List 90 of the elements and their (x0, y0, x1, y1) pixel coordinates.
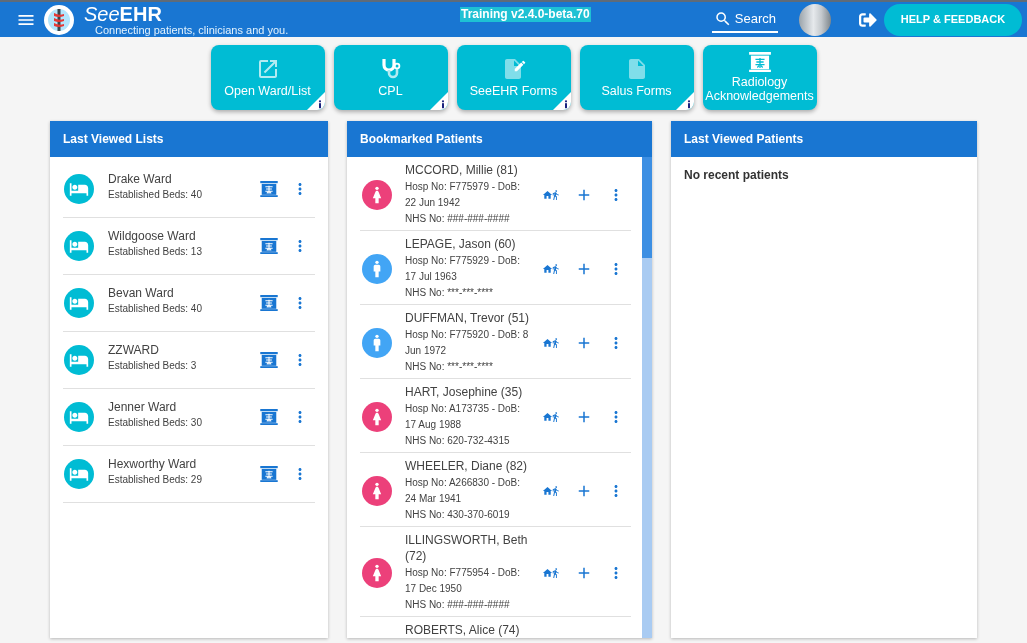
patient-hospital-number-dob: Hosp No: F775920 - DoB: 8 Jun 1972 (405, 328, 530, 358)
ward-name: Bevan Ward (108, 285, 175, 302)
patient-name: MCCORD, Millie (81) (405, 162, 519, 178)
house-walking-person-icon[interactable] (542, 261, 561, 276)
patient-list-item[interactable]: ILLINGSWORTH, Beth (72) Hosp No: F775954 - DoB: 17 Dec 1950 NHS No: ###-###-#### (360, 527, 631, 617)
ward-name: Hexworthy Ward (108, 456, 198, 473)
patient-name: LEPAGE, Jason (60) (405, 236, 517, 252)
environment-badge: Training v2.4.0-beta.70 (460, 7, 591, 22)
patient-hospital-number-dob: Hosp No: A266830 - DoB: 24 Mar 1941 (405, 476, 522, 506)
ward-beds: Established Beds: 3 (108, 359, 198, 373)
house-walking-person-icon[interactable] (542, 565, 561, 580)
bed-icon (64, 231, 94, 261)
patient-hospital-number-dob: Hosp No: F775929 - DoB: 17 Jul 1963 (405, 254, 522, 284)
person-icon (362, 327, 392, 358)
ward-list-item[interactable]: Bevan Ward Established Beds: 40 (63, 275, 315, 332)
patient-hospital-number-dob: Hosp No: F775954 - DoB: 17 Dec 1950 (405, 566, 522, 596)
scrollbar-thumb[interactable] (642, 157, 652, 258)
brand-tagline: Connecting patients, clinicians and you. (95, 23, 289, 36)
panel-title: Last Viewed Patients (684, 131, 804, 148)
bed-icon (64, 345, 94, 375)
ward-beds: Established Beds: 29 (108, 473, 203, 487)
patient-name: HART, Josephine (35) (405, 384, 524, 400)
tile-label: Open Ward/List (224, 84, 311, 98)
search-icon (713, 9, 732, 28)
patient-nhs-number: NHS No: ###-###-#### (405, 212, 511, 226)
ward-beds: Established Beds: 13 (108, 245, 203, 259)
avatar-photo-placeholder[interactable] (799, 3, 831, 36)
x-ray-viewer-icon (748, 52, 771, 72)
x-ray-viewer-icon[interactable] (260, 352, 278, 368)
x-ray-viewer-icon[interactable] (260, 181, 278, 197)
patient-list-item[interactable]: MCCORD, Millie (81) Hosp No: F775979 - DoB: 22 Jun 1942 NHS No: ###-###-#### (360, 157, 631, 231)
patient-nhs-number: NHS No: 430-370-6019 (405, 508, 511, 522)
tile-label: Salus Forms (601, 84, 672, 98)
logo-icon (44, 4, 74, 35)
ward-name: Drake Ward (108, 171, 173, 188)
patient-name: ILLINGSWORTH, Beth (72) (405, 532, 529, 564)
person-icon (362, 253, 392, 284)
ward-list-item[interactable]: Jenner Ward Established Beds: 30 (63, 389, 315, 446)
patient-list-item[interactable]: DUFFMAN, Trevor (51) Hosp No: F775920 - DoB: 8 Jun 1972 NHS No: ***-***-**** (360, 305, 631, 379)
x-ray-viewer-icon[interactable] (260, 409, 278, 425)
female-person-icon (362, 179, 392, 210)
ward-beds: Established Beds: 40 (108, 188, 203, 202)
x-ray-viewer-icon[interactable] (260, 295, 278, 311)
house-walking-person-icon[interactable] (542, 483, 561, 498)
ward-list-item[interactable]: Hexworthy Ward Established Beds: 29 (63, 446, 315, 503)
patient-list-item[interactable]: LEPAGE, Jason (60) Hosp No: F775929 - DoB: 17 Jul 1963 NHS No: ***-***-**** (360, 231, 631, 305)
patient-list-item[interactable]: WHEELER, Diane (82) Hosp No: A266830 - DoB: 24 Mar 1941 NHS No: 430-370-6019 (360, 453, 631, 527)
patient-nhs-number: NHS No: 620-732-4315 (405, 434, 511, 448)
search-button[interactable]: Search (711, 6, 778, 33)
female-person-icon (362, 557, 392, 588)
female-person-icon (362, 401, 392, 432)
patient-nhs-number: NHS No: ***-***-**** (405, 286, 494, 300)
logout-icon[interactable] (858, 10, 878, 29)
ward-beds: Established Beds: 30 (108, 416, 203, 430)
patient-list-item[interactable]: ROBERTS, Alice (74) (360, 617, 631, 638)
patient-list-item[interactable]: HART, Josephine (35) Hosp No: A173735 - DoB: 17 Aug 1988 NHS No: 620-732-4315 (360, 379, 631, 453)
tile-label: SeeEHR Forms (469, 84, 558, 98)
panel-title: Bookmarked Patients (360, 131, 483, 148)
patient-name: DUFFMAN, Trevor (51) (405, 310, 530, 326)
ward-list-item[interactable]: Drake Ward Established Beds: 40 (63, 161, 315, 218)
panel-title: Last Viewed Lists (63, 131, 164, 148)
patient-nhs-number: NHS No: ***-***-**** (405, 360, 494, 374)
empty-state-text: No recent patients (684, 168, 789, 182)
info-corner-icon[interactable] (675, 92, 694, 110)
patient-name: ROBERTS, Alice (74) (405, 622, 521, 638)
house-walking-person-icon[interactable] (542, 409, 561, 424)
patient-hospital-number-dob: Hosp No: F775979 - DoB: 22 Jun 1942 (405, 180, 522, 210)
ward-list-item[interactable]: Wildgoose Ward Established Beds: 13 (63, 218, 315, 275)
tile-label: CPL (378, 84, 403, 98)
scrollbar[interactable] (642, 157, 652, 638)
patient-nhs-number: NHS No: ###-###-#### (405, 598, 511, 612)
bed-icon (64, 459, 94, 489)
x-ray-viewer-icon[interactable] (260, 466, 278, 482)
house-walking-person-icon[interactable] (542, 335, 561, 350)
bed-icon (64, 174, 94, 204)
brand-name: SeeEHR (84, 3, 163, 24)
tile-label: Radiology Acknowledgements (704, 75, 815, 103)
patient-hospital-number-dob: Hosp No: A173735 - DoB: 17 Aug 1988 (405, 402, 522, 432)
bed-icon (64, 288, 94, 318)
ward-list-item[interactable]: ZZWARD Established Beds: 3 (63, 332, 315, 389)
female-person-icon (362, 475, 392, 506)
bed-icon (64, 402, 94, 432)
house-walking-person-icon[interactable] (542, 187, 561, 202)
info-corner-icon[interactable] (429, 92, 448, 110)
ward-name: ZZWARD (108, 342, 160, 359)
patient-name: WHEELER, Diane (82) (405, 458, 529, 474)
ward-beds: Established Beds: 40 (108, 302, 203, 316)
x-ray-viewer-icon[interactable] (260, 238, 278, 254)
ward-name: Jenner Ward (108, 399, 178, 416)
ward-name: Wildgoose Ward (108, 228, 197, 245)
